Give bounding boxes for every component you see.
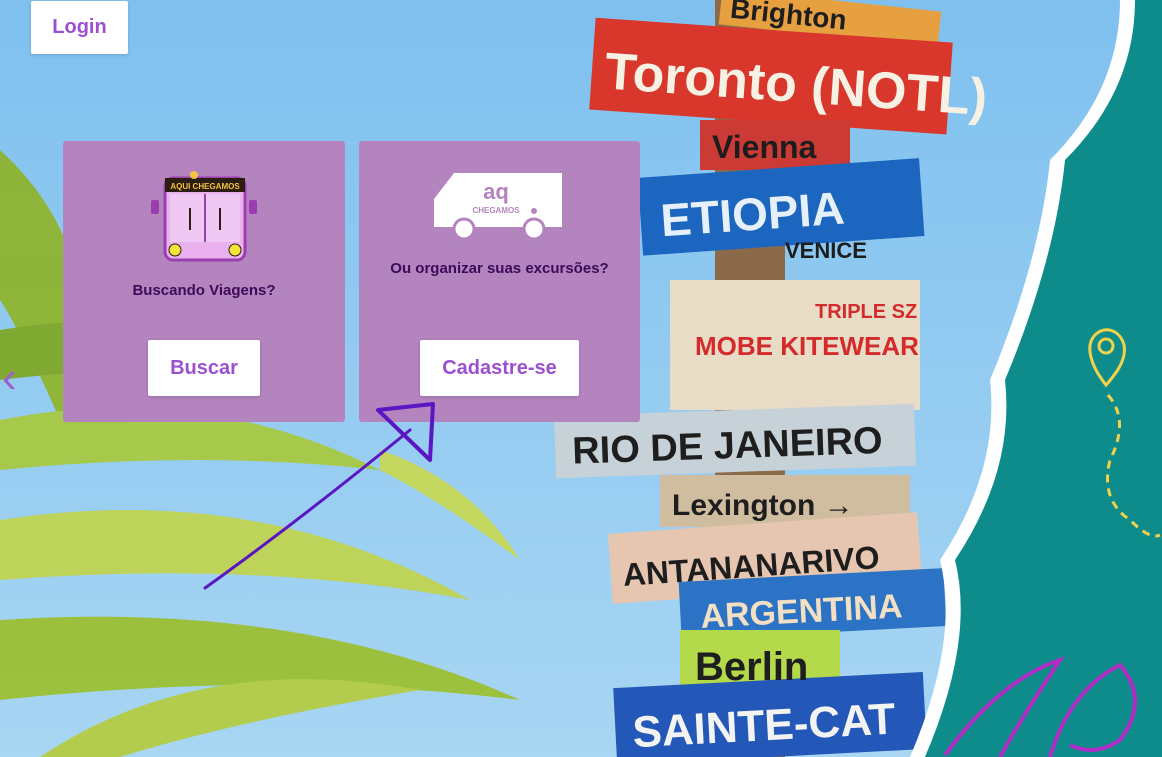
van-icon-label: CHEGAMOS: [472, 206, 520, 215]
svg-text:TRIPLE SZ: TRIPLE SZ: [815, 301, 917, 323]
chevron-left-icon[interactable]: ‹: [2, 356, 30, 400]
van-icon: aq CHEGAMOS: [434, 173, 562, 241]
login-button[interactable]: Login: [31, 1, 128, 54]
bus-icon: AQUI CHEGAMOS: [151, 171, 257, 262]
card-caption: Buscando Viagens?: [132, 282, 276, 299]
register-button[interactable]: Cadastre-se: [420, 340, 579, 396]
organize-excursions-card: aq CHEGAMOS Ou organizar suas excursões?…: [359, 141, 640, 422]
svg-text:aq: aq: [483, 179, 509, 204]
bus-icon-label: AQUI CHEGAMOS: [170, 182, 240, 191]
svg-text:MOBE KITEWEAR: MOBE KITEWEAR: [695, 331, 919, 361]
search-trips-card: AQUI CHEGAMOS Buscando Viagens? Buscar: [63, 141, 345, 422]
svg-text:Vienna: Vienna: [712, 129, 817, 165]
svg-text:Berlin: Berlin: [695, 645, 808, 689]
search-button[interactable]: Buscar: [148, 340, 260, 396]
svg-text:VENICE: VENICE: [785, 238, 867, 263]
svg-text:Lexington →: Lexington →: [672, 489, 854, 522]
card-caption: Ou organizar suas excursões?: [390, 260, 609, 277]
